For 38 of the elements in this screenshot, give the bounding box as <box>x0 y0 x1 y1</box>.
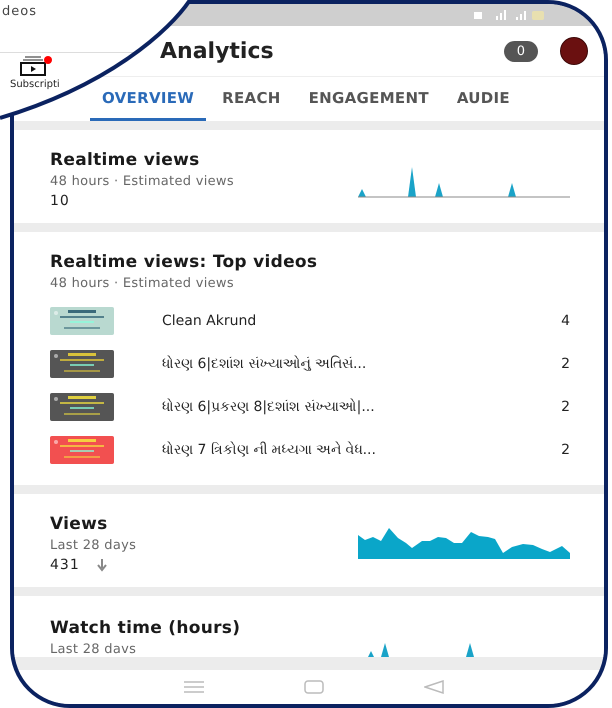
back-icon[interactable] <box>424 680 444 694</box>
views-value: 10 <box>50 193 70 209</box>
subscriptions-tab[interactable]: Subscripti <box>10 56 60 90</box>
card-subtitle: Last 28 davs <box>50 642 138 657</box>
video-title: Clean Akrund <box>162 312 258 328</box>
video-row[interactable]: ધોરણ 6|પ્રકરણ 8|દશાંશ સંખ્યાઓ|... 2 <box>50 385 570 428</box>
card-title: Views <box>50 514 109 534</box>
video-title: ધોરણ 7 ત્રિકોણ ની મધ્યગા અને વેધ... <box>162 442 377 458</box>
view-count: 2 <box>561 356 570 372</box>
menu-icon[interactable] <box>184 681 204 693</box>
card-title: Watch time (hours) <box>50 618 242 638</box>
video-title: ધોરણ 6|દશાંશ સંખ્યાઓનું અતિસં... <box>162 356 368 372</box>
video-title: ધોરણ 6|પ્રકરણ 8|દશાંશ સંખ્યાઓ|... <box>162 398 376 414</box>
avatar[interactable] <box>560 37 588 65</box>
video-row[interactable]: Clean Akrund 4 <box>50 299 570 342</box>
card-subtitle: 48 hours · Estimated views <box>50 276 235 291</box>
views-value: 431 <box>50 557 80 573</box>
tab[interactable]: AUDIE <box>444 77 522 121</box>
home-square-icon[interactable] <box>304 680 324 694</box>
down-arrow-icon <box>96 558 108 572</box>
signal-icon <box>516 11 526 20</box>
volte-icon <box>474 12 482 19</box>
signal-icon <box>496 10 506 20</box>
card-title: Realtime views <box>50 150 200 170</box>
video-row[interactable]: ધોરણ 7 ત્રિકોણ ની મધ્યગા અને વેધ... 2 <box>50 428 570 471</box>
tab[interactable]: ENGAGEMENT <box>296 77 441 121</box>
tab[interactable]: REACH <box>210 77 293 121</box>
battery-icon <box>532 11 544 20</box>
video-caption: deos <box>2 4 37 19</box>
card-title: Realtime views: Top videos <box>50 252 318 272</box>
view-count: 2 <box>561 442 570 458</box>
video-row[interactable]: ધોરણ 6|દશાંશ સંખ્યાઓનું અતિસં... 2 <box>50 342 570 385</box>
page-title: Analytics <box>160 38 275 64</box>
card-subtitle: Last 28 days <box>50 538 138 553</box>
card-subtitle: 48 hours · Estimated views <box>50 174 235 189</box>
notification-count[interactable]: 0 <box>504 40 538 62</box>
view-count: 2 <box>561 398 570 414</box>
view-count: 4 <box>561 312 570 328</box>
